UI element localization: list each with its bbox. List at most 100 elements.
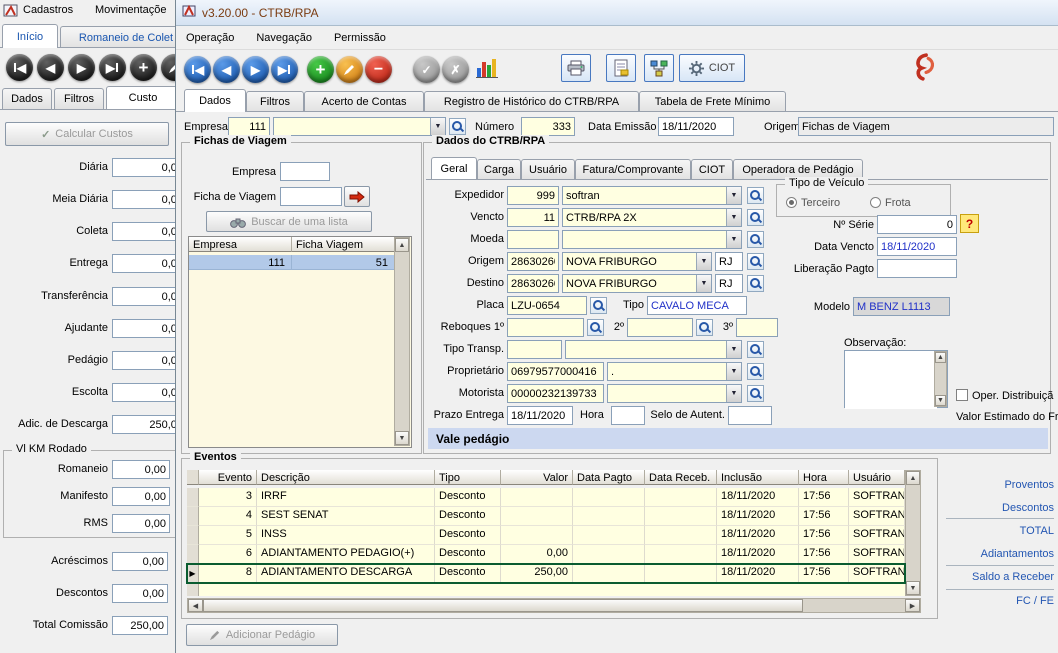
bg-add-record-button[interactable]: + — [130, 54, 157, 81]
vlkm-field-input[interactable] — [112, 460, 170, 479]
ctrb-tab-ciot[interactable]: CIOT — [691, 159, 733, 179]
link-fc-fe[interactable]: FC / FE — [916, 595, 1054, 607]
scroll-down-button[interactable]: ▼ — [395, 431, 409, 445]
menu-movimentacoes[interactable]: Movimentaçõe — [95, 4, 167, 16]
oper-distribuicao-checkbox[interactable] — [956, 389, 968, 401]
chevron-down-icon[interactable]: ▼ — [726, 187, 741, 204]
motorista-search-button[interactable] — [747, 385, 764, 402]
numero-input[interactable] — [521, 117, 575, 136]
empresa-code-input[interactable] — [228, 117, 270, 136]
radio-terceiro[interactable] — [786, 197, 797, 208]
ctrb-tab-fatura[interactable]: Fatura/Comprovante — [575, 159, 691, 179]
eventos-row[interactable]: 3 IRRF Desconto 18/11/2020 17:56 SOFTRAN — [187, 488, 905, 507]
link-total[interactable]: TOTAL — [916, 525, 1054, 537]
tab-acerto-de-contas[interactable]: Acerto de Contas — [304, 91, 424, 112]
data-vencto-input[interactable] — [877, 237, 957, 256]
confirm-button[interactable]: ✓ — [413, 56, 440, 83]
eventos-col-valor[interactable]: Valor — [501, 470, 573, 485]
destino-name-input[interactable] — [563, 275, 696, 292]
selo-autent-input[interactable] — [728, 406, 772, 425]
fichas-col-empresa[interactable]: Empresa — [189, 237, 292, 252]
empresa-search-button[interactable] — [449, 118, 466, 135]
expedidor-code-input[interactable] — [507, 186, 559, 205]
carregar-ficha-button[interactable] — [344, 186, 370, 207]
chevron-down-icon[interactable]: ▼ — [726, 209, 741, 226]
placa-search-button[interactable] — [590, 297, 607, 314]
total-field-input[interactable] — [112, 616, 168, 635]
menu-permissao[interactable]: Permissão — [334, 32, 386, 44]
tipo-transp-name-input[interactable] — [566, 341, 726, 358]
link-proventos[interactable]: Proventos — [916, 479, 1054, 491]
chevron-down-icon[interactable]: ▼ — [696, 275, 711, 292]
bg-first-record-button[interactable]: ◀ — [6, 54, 33, 81]
expedidor-search-button[interactable] — [747, 187, 764, 204]
link-adiantamentos[interactable]: Adiantamentos — [916, 548, 1054, 560]
origem-code-input[interactable] — [507, 252, 559, 271]
tab-filtros[interactable]: Filtros — [246, 91, 304, 112]
add-record-button[interactable]: + — [307, 56, 334, 83]
tab-dados[interactable]: Dados — [184, 89, 246, 112]
vencto-code-input[interactable] — [507, 208, 559, 227]
fichas-grid-row[interactable]: 111 51 — [189, 255, 395, 270]
eventos-col-data-receb[interactable]: Data Receb. — [645, 470, 717, 485]
menu-operacao[interactable]: Operação — [186, 32, 234, 44]
fichas-col-ficha[interactable]: Ficha Viagem — [292, 237, 395, 252]
report-button[interactable] — [606, 54, 636, 82]
tipo-transp-code-input[interactable] — [507, 340, 562, 359]
ctrb-tab-operadora[interactable]: Operadora de Pedágio — [733, 159, 863, 179]
empresa-combo[interactable]: ▼ — [273, 117, 446, 136]
vlkm-field-input[interactable] — [112, 487, 170, 506]
liberacao-pagto-input[interactable] — [877, 259, 957, 278]
buscar-lista-button[interactable]: Buscar de uma lista — [206, 211, 372, 232]
chevron-down-icon[interactable]: ▼ — [726, 341, 741, 358]
nserie-input[interactable] — [877, 215, 957, 234]
proprietario-search-button[interactable] — [747, 363, 764, 380]
origem-combo[interactable]: ▼ — [562, 252, 712, 271]
eventos-col-hora[interactable]: Hora — [799, 470, 849, 485]
tab-registro-historico[interactable]: Registro de Histórico do CTRB/RPA — [424, 91, 639, 112]
eventos-row[interactable]: 5 INSS Desconto 18/11/2020 17:56 SOFTRAN — [187, 526, 905, 545]
eventos-row-selected[interactable]: ▶ 8 ADIANTAMENTO DESCARGA Desconto 250,0… — [187, 564, 905, 583]
total-field-input[interactable] — [112, 552, 168, 571]
link-descontos[interactable]: Descontos — [916, 502, 1054, 514]
data-emissao-input[interactable] — [658, 117, 734, 136]
reboque1-search-button[interactable] — [587, 319, 604, 336]
eventos-col-tipo[interactable]: Tipo — [435, 470, 501, 485]
ctrb-tab-carga[interactable]: Carga — [477, 159, 521, 179]
eventos-col-descricao[interactable]: Descrição — [257, 470, 435, 485]
eventos-row[interactable]: 6 ADIANTAMENTO PEDAGIO(+) Desconto 0,00 … — [187, 545, 905, 564]
origem-name-input[interactable] — [563, 253, 696, 270]
destino-search-button[interactable] — [747, 275, 764, 292]
chevron-down-icon[interactable]: ▼ — [696, 253, 711, 270]
delete-record-button[interactable]: − — [365, 56, 392, 83]
expedidor-combo[interactable]: ▼ — [562, 186, 742, 205]
hora-input[interactable] — [611, 406, 645, 425]
menu-navegacao[interactable]: Navegação — [256, 32, 312, 44]
origem-search-button[interactable] — [747, 253, 764, 270]
motorista-name-input[interactable] — [608, 385, 726, 402]
motorista-code-input[interactable] — [507, 384, 604, 403]
ciot-button[interactable]: CIOT — [679, 54, 745, 82]
print-button[interactable] — [561, 54, 591, 82]
bg-last-record-button[interactable]: ▶ — [99, 54, 126, 81]
expedidor-name-input[interactable] — [563, 187, 726, 204]
moeda-search-button[interactable] — [747, 231, 764, 248]
proprietario-code-input[interactable] — [507, 362, 604, 381]
radio-frota[interactable] — [870, 197, 881, 208]
moeda-combo[interactable]: ▼ — [562, 230, 742, 249]
reboque2-input[interactable] — [627, 318, 693, 337]
ctrb-tab-usuario[interactable]: Usuário — [521, 159, 575, 179]
bg-subtab-dados[interactable]: Dados — [2, 88, 52, 109]
last-record-button[interactable]: ▶ — [271, 56, 298, 83]
origem-uf-input[interactable] — [715, 252, 743, 271]
scroll-up-button[interactable]: ▲ — [395, 238, 409, 252]
moeda-name-input[interactable] — [563, 231, 726, 248]
chart-icon[interactable] — [476, 58, 498, 81]
adicionar-pedagio-button[interactable]: Adicionar Pedágio — [186, 624, 338, 646]
link-saldo-a-receber[interactable]: Saldo a Receber — [916, 571, 1054, 583]
bg-prev-record-button[interactable]: ◀ — [37, 54, 64, 81]
proprietario-name-input[interactable] — [608, 363, 726, 380]
total-field-input[interactable] — [112, 584, 168, 603]
next-record-button[interactable]: ▶ — [242, 56, 269, 83]
scroll-up-button[interactable]: ▲ — [935, 352, 946, 363]
